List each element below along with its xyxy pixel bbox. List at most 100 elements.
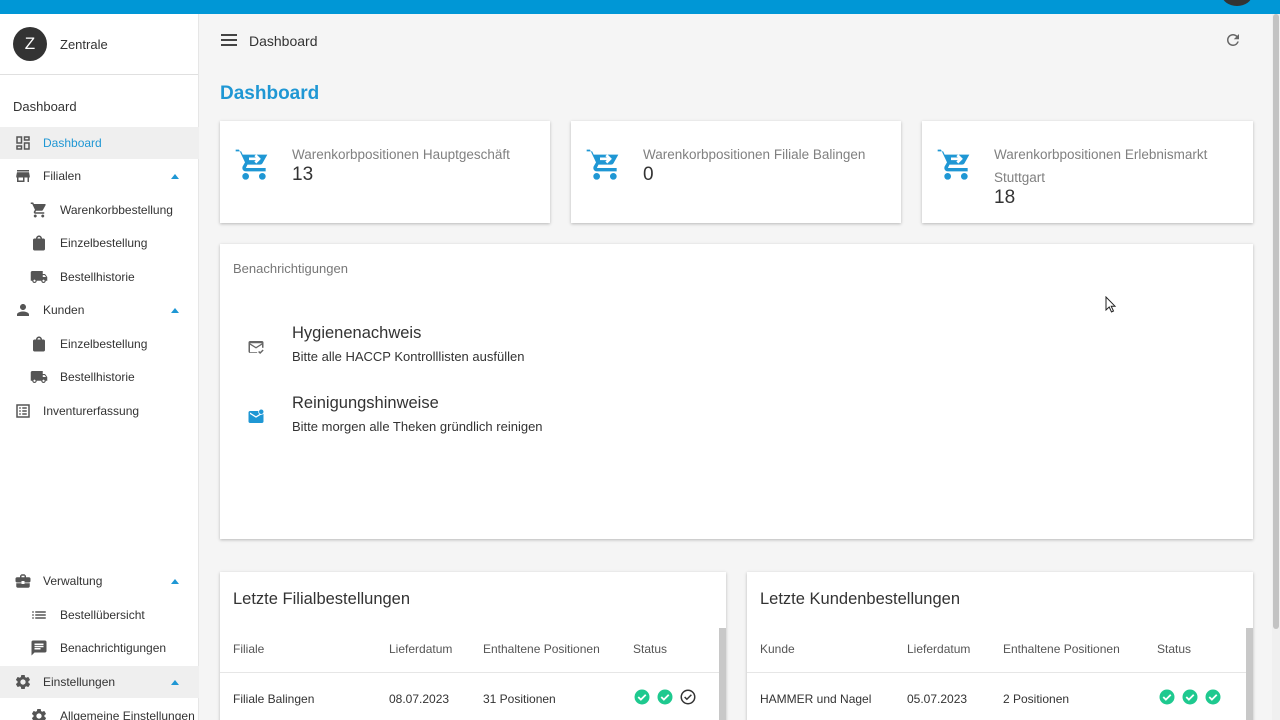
stat-card-erlebnismarkt-stuttgart[interactable]: Warenkorbpositionen Erlebnismarkt Stuttg… [922, 121, 1253, 223]
sidebar-item-dashboard[interactable]: Dashboard [0, 127, 199, 159]
stat-card-filiale-balingen[interactable]: Warenkorbpositionen Filiale Balingen 0 [571, 121, 901, 223]
mail-check-icon [246, 338, 266, 356]
dashboard-icon [14, 134, 32, 152]
breadcrumb: Dashboard [249, 33, 318, 49]
truck-icon [30, 268, 48, 286]
list-lines-icon [30, 606, 48, 624]
sidebar-item-label: Einzelbestellung [60, 337, 148, 351]
sidebar-item-label: Inventurerfassung [43, 404, 140, 418]
sidebar-item-inventurerfassung[interactable]: Inventurerfassung [0, 395, 199, 427]
sidebar-item-kunden-einzelbestellung[interactable]: Einzelbestellung [0, 328, 199, 360]
sidebar-item-filialen-bestellhistorie[interactable]: Bestellhistorie [0, 261, 199, 293]
sidebar-item-label: Bestellhistorie [60, 270, 135, 284]
top-app-bar [0, 0, 1280, 14]
check-circle-icon [1159, 689, 1175, 705]
notification-text: Bitte alle HACCP Kontrolllisten ausfülle… [292, 349, 525, 364]
chevron-up-icon[interactable] [171, 307, 179, 313]
notification-title: Hygienenachweis [292, 324, 422, 342]
sidebar-item-kunden-bestellhistorie[interactable]: Bestellhistorie [0, 361, 199, 393]
column-header[interactable]: Status [633, 642, 667, 656]
divider [747, 672, 1247, 673]
check-circle-icon [1182, 689, 1198, 705]
sidebar-item-allgemeine-einstellungen[interactable]: Allgemeine Einstellungen [0, 700, 199, 720]
notifications-card: Benachrichtigungen Hygienenachweis Bitte… [220, 244, 1253, 539]
column-header[interactable]: Filiale [233, 642, 264, 656]
branch-orders-card: Letzte Filialbestellungen Filiale Liefer… [220, 572, 726, 720]
gear-icon [30, 707, 48, 720]
table-scrollbar[interactable] [719, 628, 726, 720]
person-icon [14, 301, 32, 319]
branch-orders-title: Letzte Filialbestellungen [233, 590, 411, 608]
sidebar-item-label: Bestellhistorie [60, 370, 135, 384]
table-scrollbar[interactable] [1246, 628, 1253, 720]
sidebar-item-label: Benachrichtigungen [60, 641, 167, 655]
notification-title: Reinigungshinweise [292, 394, 439, 412]
check-circle-outline-icon [680, 689, 696, 705]
column-header[interactable]: Enthaltene Positionen [1003, 642, 1120, 656]
avatar: Z [13, 27, 47, 61]
sidebar-item-filialen-einzelbestellung[interactable]: Einzelbestellung [0, 227, 199, 259]
sidebar-item-label: Dashboard [43, 136, 102, 150]
column-header[interactable]: Enthaltene Positionen [483, 642, 600, 656]
sidebar-item-label: Kunden [43, 303, 85, 317]
table-cell-date: 08.07.2023 [389, 692, 450, 706]
user-name: Zentrale [60, 36, 108, 52]
column-header[interactable]: Kunde [760, 642, 795, 656]
chevron-up-icon[interactable] [171, 679, 179, 685]
bag-icon [30, 234, 48, 252]
status-indicators [1158, 688, 1222, 706]
cart-arrow-icon [234, 143, 274, 183]
customer-orders-title: Letzte Kundenbestellungen [760, 590, 960, 608]
account-avatar[interactable] [1222, 0, 1252, 6]
table-cell-kunde[interactable]: HAMMER und Nagel [760, 692, 871, 706]
check-circle-icon [657, 689, 673, 705]
truck-icon [30, 368, 48, 386]
sidebar-item-kunden[interactable]: Kunden [0, 294, 199, 326]
divider [220, 672, 720, 673]
notification-text: Bitte morgen alle Theken gründlich reini… [292, 419, 543, 434]
chevron-up-icon[interactable] [171, 578, 179, 584]
stat-card-hauptgeschaeft[interactable]: Warenkorbpositionen Hauptgeschäft 13 [220, 121, 550, 223]
table-cell-date: 05.07.2023 [907, 692, 968, 706]
sidebar-item-label: Einstellungen [43, 675, 116, 689]
refresh-icon[interactable] [1224, 31, 1242, 49]
table-cell-positions: 31 Positionen [483, 692, 556, 706]
customer-orders-card: Letzte Kundenbestellungen Kunde Lieferda… [747, 572, 1253, 720]
column-header[interactable]: Status [1157, 642, 1191, 656]
sidebar-item-benachrichtigungen[interactable]: Benachrichtigungen [0, 632, 199, 664]
column-header[interactable]: Lieferdatum [389, 642, 452, 656]
sidebar: Z Zentrale Dashboard Dashboard Filialen … [0, 14, 199, 720]
check-circle-icon [634, 689, 650, 705]
store-icon [14, 167, 32, 185]
list-icon [14, 402, 32, 420]
stat-label: Warenkorbpositionen Erlebnismarkt Stuttg… [994, 147, 1208, 185]
table-cell-filiale[interactable]: Filiale Balingen [233, 692, 314, 706]
sidebar-item-einstellungen[interactable]: Einstellungen [0, 666, 199, 698]
sidebar-item-label: Bestellübersicht [60, 608, 145, 622]
notifications-title: Benachrichtigungen [233, 261, 348, 276]
page-scrollbar[interactable] [1272, 14, 1280, 720]
page-header: Dashboard [200, 14, 1272, 66]
gear-icon [14, 673, 32, 691]
chevron-up-icon[interactable] [171, 173, 179, 179]
status-indicators [633, 688, 697, 706]
stat-label: Warenkorbpositionen Hauptgeschäft [292, 147, 510, 162]
column-header[interactable]: Lieferdatum [907, 642, 970, 656]
stat-value: 0 [643, 164, 654, 185]
sidebar-item-verwaltung[interactable]: Verwaltung [0, 565, 199, 597]
user-profile[interactable]: Z Zentrale [0, 14, 198, 75]
sidebar-item-label: Filialen [43, 169, 82, 183]
briefcase-icon [14, 572, 32, 590]
scrollbar-thumb[interactable] [1273, 14, 1279, 629]
sidebar-item-bestelluebersicht[interactable]: Bestellübersicht [0, 599, 199, 631]
stat-value: 18 [994, 187, 1016, 208]
sidebar-item-label: Einzelbestellung [60, 236, 148, 250]
sidebar-item-label: Allgemeine Einstellungen [60, 709, 195, 720]
sidebar-item-warenkorbbestellung[interactable]: Warenkorbbestellung [0, 194, 199, 226]
cart-arrow-icon [585, 143, 625, 183]
sidebar-item-filialen[interactable]: Filialen [0, 160, 199, 192]
menu-icon[interactable] [221, 34, 237, 46]
table-cell-positions: 2 Positionen [1003, 692, 1070, 706]
page-title: Dashboard [220, 83, 320, 104]
stat-value: 13 [292, 164, 314, 185]
